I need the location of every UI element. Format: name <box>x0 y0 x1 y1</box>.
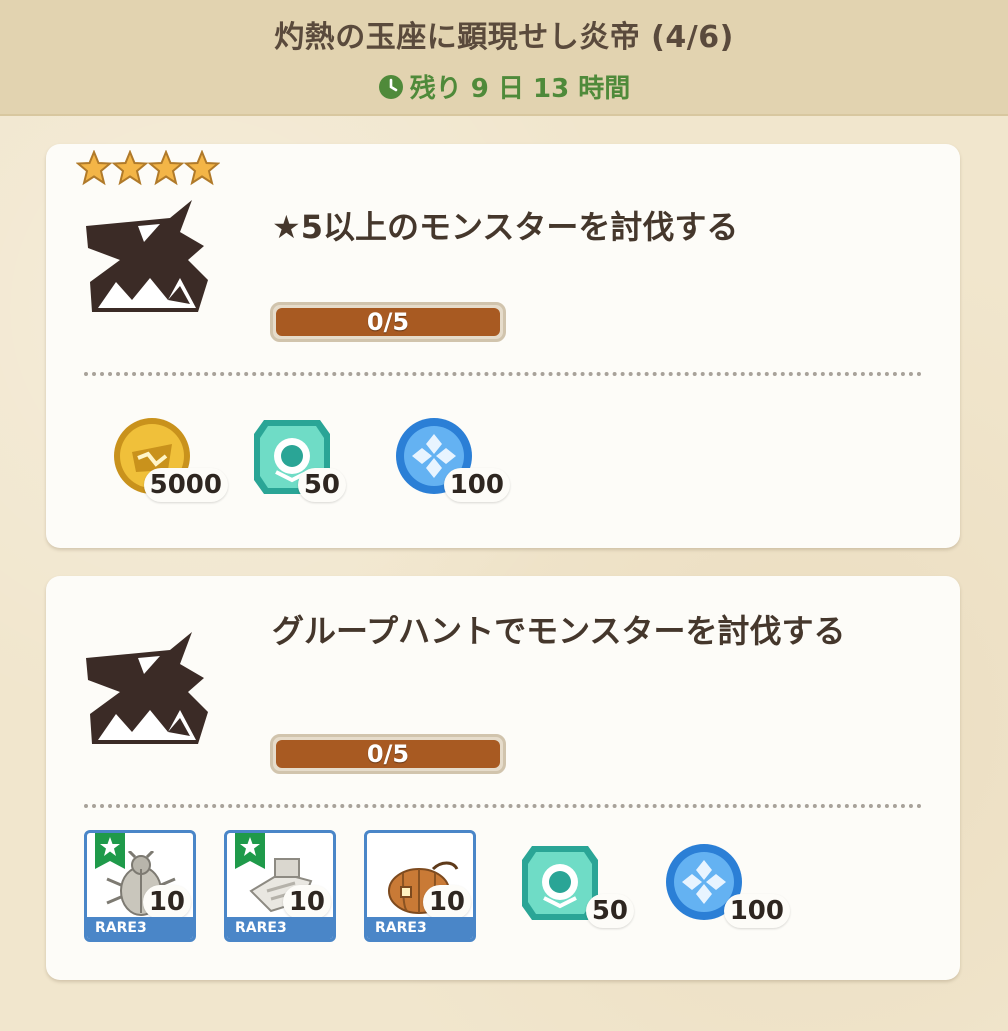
progress-fill: 0/5 <box>276 740 500 768</box>
progress-text: 0/5 <box>366 740 410 768</box>
monster-hunt-icon <box>86 200 208 312</box>
rarity-label: RARE3 <box>87 917 193 939</box>
reward-item[interactable]: 5000 <box>98 404 228 504</box>
reward-list: 5000 50 100 <box>84 404 924 504</box>
reward-list: 10 RARE3 10 RARE3 10 RARE3 50 100 <box>84 830 924 942</box>
reward-count: 100 <box>443 468 510 502</box>
time-remaining-text: 残り 9 日 13 時間 <box>409 74 631 104</box>
material-item[interactable]: 10 RARE3 <box>84 830 196 942</box>
reward-item[interactable]: 100 <box>380 404 510 504</box>
monster-hunt-icon <box>86 632 208 744</box>
mission-title: ★5以上のモンスターを討伐する <box>272 208 739 246</box>
reward-item[interactable]: 50 <box>236 404 346 504</box>
event-header: 灼熱の玉座に顕現せし炎帝 (4/6) 残り 9 日 13 時間 <box>0 0 1008 116</box>
time-remaining: 残り 9 日 13 時間 <box>0 68 1008 105</box>
reward-count: 100 <box>723 894 790 928</box>
progress-bar: 0/5 <box>270 734 506 774</box>
progress-bar: 0/5 <box>270 302 506 342</box>
reward-count: 50 <box>585 894 634 928</box>
reward-count: 5000 <box>143 468 228 502</box>
material-item[interactable]: 10 RARE3 <box>364 830 476 942</box>
star-icon <box>184 150 220 186</box>
star-icon <box>112 150 148 186</box>
star-icon <box>148 150 184 186</box>
reward-item[interactable]: 100 <box>650 830 790 930</box>
progress-fill: 0/5 <box>276 308 500 336</box>
mission-title: グループハントでモンスターを討伐する <box>272 612 846 650</box>
material-item[interactable]: 10 RARE3 <box>224 830 336 942</box>
progress-text: 0/5 <box>366 308 410 336</box>
event-title: 灼熱の玉座に顕現せし炎帝 (4/6) <box>274 20 734 55</box>
divider <box>84 804 922 808</box>
material-count: 10 <box>422 885 471 919</box>
reward-count: 50 <box>297 468 346 502</box>
reward-item[interactable]: 50 <box>504 830 634 930</box>
rarity-label: RARE3 <box>367 917 473 939</box>
mission-card[interactable]: グループハントでモンスターを討伐する 0/5 10 RARE3 10 RARE3… <box>46 576 960 980</box>
star-icon <box>76 150 112 186</box>
divider <box>84 372 922 376</box>
rarity-label: RARE3 <box>227 917 333 939</box>
clock-icon <box>378 74 403 99</box>
star-rating <box>76 150 220 190</box>
material-count: 10 <box>282 885 331 919</box>
material-count: 10 <box>142 885 191 919</box>
mission-card[interactable]: ★5以上のモンスターを討伐する 0/5 5000 50 100 <box>46 144 960 548</box>
